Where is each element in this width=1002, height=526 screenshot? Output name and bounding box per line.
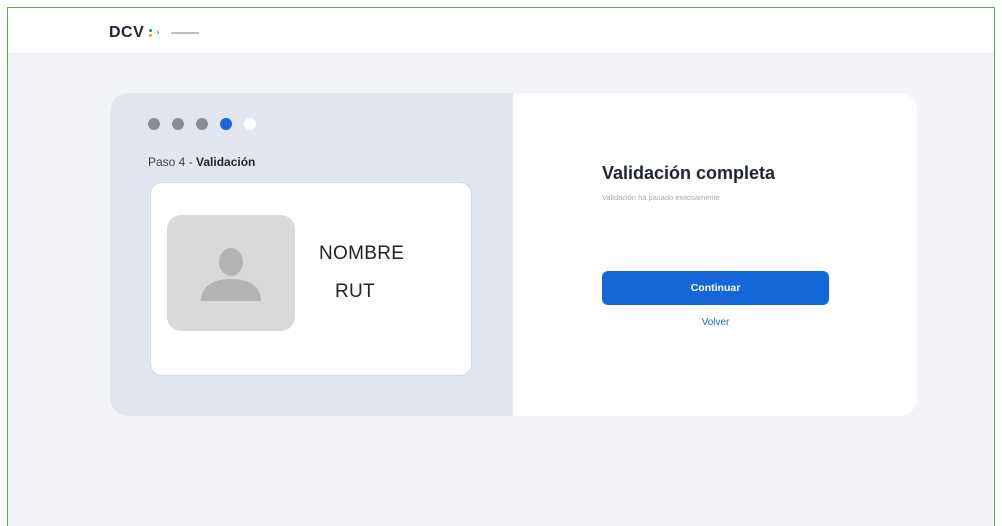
dcv-logo[interactable]: DCV › bbox=[109, 24, 199, 42]
avatar bbox=[167, 215, 295, 331]
step-title: Paso 4 - Validación bbox=[148, 155, 255, 169]
step-prefix: Paso 4 - bbox=[148, 155, 197, 169]
continue-button[interactable]: Continuar bbox=[602, 271, 829, 305]
top-header: DCV › bbox=[8, 8, 994, 54]
step-dot-5 bbox=[244, 118, 256, 130]
result-panel: Validación completa Validación ha pasado… bbox=[513, 93, 917, 416]
step-panel: Paso 4 - Validación NOMBRE RUT bbox=[110, 93, 513, 416]
logo-text: DCV bbox=[109, 24, 145, 41]
step-name: Validación bbox=[196, 155, 256, 169]
step-dot-4-current bbox=[220, 118, 232, 130]
validation-card: Paso 4 - Validación NOMBRE RUT Validació… bbox=[110, 93, 917, 416]
step-dot-2 bbox=[172, 118, 184, 130]
rut-field: RUT bbox=[335, 281, 375, 302]
step-dot-3 bbox=[196, 118, 208, 130]
identity-card: NOMBRE RUT bbox=[150, 182, 472, 376]
logo-arrow-icon: › bbox=[156, 27, 160, 38]
screenshot-frame: DCV › Paso 4 - Validación NOMBRE RUT Val… bbox=[7, 7, 995, 526]
result-subtitle: Validación ha pasado exitosamente bbox=[602, 193, 720, 202]
user-icon bbox=[201, 248, 261, 301]
name-field: NOMBRE bbox=[319, 243, 405, 264]
back-link[interactable]: Volver bbox=[602, 317, 829, 328]
logo-dots-icon bbox=[149, 29, 153, 37]
logo-tagline bbox=[170, 32, 199, 34]
step-indicator bbox=[148, 118, 256, 130]
result-title: Validación completa bbox=[602, 163, 776, 183]
step-dot-1 bbox=[148, 118, 160, 130]
